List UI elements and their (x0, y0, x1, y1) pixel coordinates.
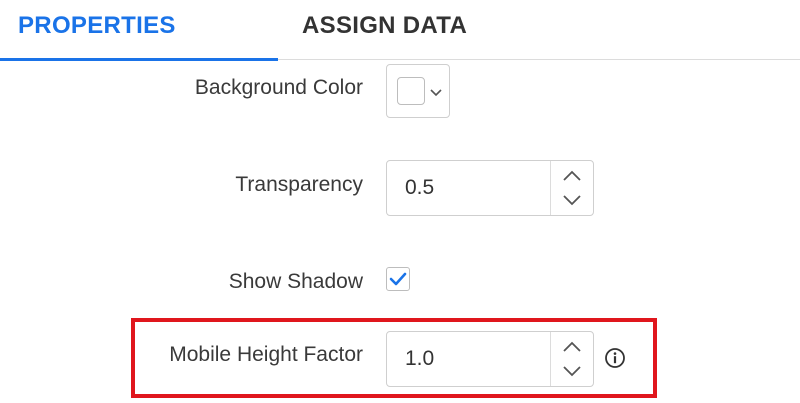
transparency-increment-button[interactable] (551, 161, 594, 188)
show-shadow-label: Show Shadow (228, 270, 363, 293)
transparency-stepper (386, 160, 594, 216)
chevron-up-icon (563, 341, 581, 352)
background-color-label: Background Color (194, 76, 363, 99)
chevron-down-icon (563, 366, 581, 377)
transparency-decrement-button[interactable] (551, 188, 594, 215)
transparency-label: Transparency (235, 173, 363, 196)
properties-panel: PROPERTIES ASSIGN DATA Background Color … (0, 0, 800, 403)
chevron-down-icon (563, 195, 581, 206)
mobile-height-factor-label: Mobile Height Factor (169, 343, 363, 366)
background-color-picker[interactable] (386, 64, 450, 118)
tab-bar: PROPERTIES ASSIGN DATA (0, 0, 800, 61)
show-shadow-checkbox[interactable] (386, 267, 410, 291)
checkmark-icon (389, 272, 407, 286)
tab-assign-data[interactable]: ASSIGN DATA (302, 0, 467, 60)
mobile-height-factor-input[interactable] (387, 332, 550, 386)
mobile-height-factor-decrement-button[interactable] (551, 359, 594, 386)
mobile-height-factor-stepper (386, 331, 594, 387)
chevron-up-icon (563, 170, 581, 181)
transparency-input[interactable] (387, 161, 550, 215)
tab-properties[interactable]: PROPERTIES (0, 0, 278, 61)
info-icon[interactable] (604, 347, 626, 369)
chevron-down-icon (430, 89, 442, 97)
color-swatch (397, 77, 425, 105)
mobile-height-factor-increment-button[interactable] (551, 332, 594, 359)
